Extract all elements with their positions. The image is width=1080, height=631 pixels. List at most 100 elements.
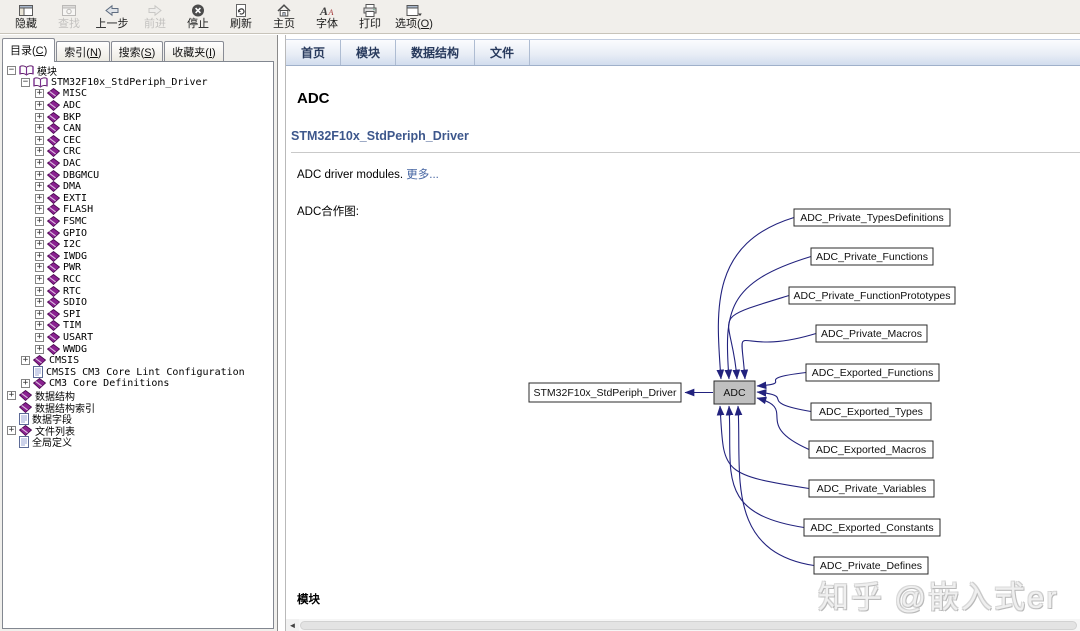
- tree-item-label[interactable]: USART: [63, 332, 93, 343]
- tree-item-label[interactable]: FSMC: [63, 216, 87, 227]
- print-button[interactable]: 打印: [350, 2, 390, 32]
- tree-item[interactable]: + SDIO: [4, 297, 273, 309]
- tree-item[interactable]: + USART: [4, 331, 273, 344]
- tree-item[interactable]: + I2C: [4, 239, 273, 251]
- tree-item-label[interactable]: SDIO: [63, 297, 87, 308]
- tree-item-label[interactable]: RTC: [63, 286, 81, 297]
- tree-item-label[interactable]: BKP: [63, 112, 81, 123]
- horizontal-scrollbar[interactable]: ◄: [286, 619, 1080, 631]
- tree-item[interactable]: − 模块: [4, 65, 273, 78]
- tree-item[interactable]: + FSMC: [4, 216, 273, 228]
- expand-icon[interactable]: +: [35, 182, 44, 192]
- tree-item[interactable]: + DMA: [4, 181, 273, 193]
- expand-icon[interactable]: +: [35, 298, 44, 308]
- collapse-icon[interactable]: −: [21, 77, 30, 87]
- stop-button[interactable]: 停止: [178, 2, 218, 32]
- tree-item-label[interactable]: CEC: [63, 135, 81, 146]
- home-button[interactable]: 主页: [264, 2, 304, 32]
- nav-tab-s[interactable]: 搜索(S): [110, 41, 164, 62]
- tree-item[interactable]: + RCC: [4, 273, 273, 286]
- tree-item-label[interactable]: IWDG: [63, 251, 87, 262]
- expand-icon[interactable]: +: [35, 135, 44, 145]
- expand-icon[interactable]: +: [35, 344, 44, 354]
- tree-item[interactable]: + DBGMCU: [4, 169, 273, 181]
- expand-icon[interactable]: +: [7, 390, 16, 400]
- tree-item[interactable]: + GPIO: [4, 227, 273, 239]
- tree-item[interactable]: + TIM: [4, 320, 273, 332]
- tree-item-label[interactable]: SPI: [63, 309, 81, 320]
- expand-icon[interactable]: +: [35, 193, 44, 203]
- tree-item[interactable]: + RTC: [4, 285, 273, 297]
- options-button[interactable]: 选项(O): [393, 2, 435, 32]
- tree-item[interactable]: CMSIS CM3 Core Lint Configuration: [4, 366, 273, 379]
- tree-item-label[interactable]: FLASH: [63, 204, 93, 215]
- expand-icon[interactable]: +: [35, 286, 44, 296]
- tree-item-label[interactable]: RCC: [63, 274, 81, 285]
- hide-button[interactable]: 隐藏: [6, 2, 46, 32]
- tree-item-label[interactable]: MISC: [63, 88, 87, 99]
- tree-item-label[interactable]: ADC: [63, 100, 81, 111]
- tree-item[interactable]: + CRC: [4, 146, 273, 158]
- expand-icon[interactable]: +: [35, 251, 44, 261]
- expand-icon[interactable]: +: [35, 309, 44, 319]
- expand-icon[interactable]: +: [7, 425, 16, 435]
- tree-item[interactable]: + ADC: [4, 100, 273, 112]
- expand-icon[interactable]: +: [35, 170, 44, 180]
- tree-item[interactable]: + SPI: [4, 308, 273, 320]
- doc-tab-3[interactable]: 文件: [475, 40, 531, 65]
- nav-tab-c[interactable]: 目录(C): [2, 38, 56, 62]
- expand-icon[interactable]: +: [35, 205, 44, 215]
- tree-item-label[interactable]: GPIO: [63, 228, 87, 239]
- tree-item[interactable]: + CEC: [4, 134, 273, 147]
- expand-icon[interactable]: +: [35, 274, 44, 284]
- tree-item[interactable]: 全局定义: [4, 434, 273, 449]
- nav-tab-i[interactable]: 收藏夹(I): [164, 41, 224, 62]
- tree-item[interactable]: + DAC: [4, 158, 273, 170]
- expand-icon[interactable]: +: [35, 228, 44, 238]
- tree-item[interactable]: + PWR: [4, 262, 273, 274]
- scroll-left-icon[interactable]: ◄: [286, 619, 299, 631]
- font-button[interactable]: A A 字体: [307, 2, 347, 32]
- tree-item-label[interactable]: WWDG: [63, 344, 87, 355]
- tree-item-label[interactable]: 全局定义: [32, 434, 72, 449]
- tree-item[interactable]: + BKP: [4, 111, 273, 123]
- doc-tab-2[interactable]: 数据结构: [396, 40, 476, 65]
- more-link[interactable]: 更多...: [406, 169, 439, 181]
- collapse-icon[interactable]: −: [7, 66, 16, 76]
- tree-item[interactable]: + EXTI: [4, 192, 273, 205]
- expand-icon[interactable]: +: [35, 321, 44, 331]
- tree-item-label[interactable]: DAC: [63, 158, 81, 169]
- expand-icon[interactable]: +: [21, 379, 30, 389]
- expand-icon[interactable]: +: [35, 89, 44, 99]
- back-button[interactable]: 上一步: [92, 2, 132, 32]
- doc-tab-0[interactable]: 首页: [286, 40, 342, 65]
- tree-item-label[interactable]: CMSIS CM3 Core Lint Configuration: [46, 367, 245, 378]
- tree-item-label[interactable]: TIM: [63, 320, 81, 331]
- tree-item[interactable]: + CAN: [4, 123, 273, 135]
- tree-item-label[interactable]: PWR: [63, 262, 81, 273]
- tree-item-label[interactable]: EXTI: [63, 193, 87, 204]
- tree-item[interactable]: + MISC: [4, 88, 273, 100]
- expand-icon[interactable]: +: [35, 240, 44, 250]
- expand-icon[interactable]: +: [35, 112, 44, 122]
- tree-item-label[interactable]: CMSIS: [49, 355, 79, 366]
- tree-item[interactable]: + IWDG: [4, 250, 273, 263]
- tree-item[interactable]: + CMSIS: [4, 355, 273, 367]
- refresh-button[interactable]: 刷新: [221, 2, 261, 32]
- expand-icon[interactable]: +: [35, 101, 44, 111]
- expand-icon[interactable]: +: [35, 263, 44, 273]
- nav-tab-n[interactable]: 索引(N): [56, 41, 110, 62]
- tree-item-label[interactable]: CRC: [63, 146, 81, 157]
- tree-item-label[interactable]: STM32F10x_StdPeriph_Driver: [51, 77, 208, 88]
- tree-item-label[interactable]: DMA: [63, 181, 81, 192]
- tree-item-label[interactable]: DBGMCU: [63, 170, 99, 181]
- tree-item-label[interactable]: CAN: [63, 123, 81, 134]
- module-group-link[interactable]: STM32F10x_StdPeriph_Driver: [291, 129, 469, 143]
- expand-icon[interactable]: +: [35, 159, 44, 169]
- expand-icon[interactable]: +: [35, 124, 44, 134]
- expand-icon[interactable]: +: [21, 356, 30, 366]
- expand-icon[interactable]: +: [35, 147, 44, 157]
- doc-tab-1[interactable]: 模块: [341, 40, 397, 65]
- tree-item[interactable]: + WWDG: [4, 343, 273, 355]
- tree-item[interactable]: − STM32F10x_StdPeriph_Driver: [4, 77, 273, 89]
